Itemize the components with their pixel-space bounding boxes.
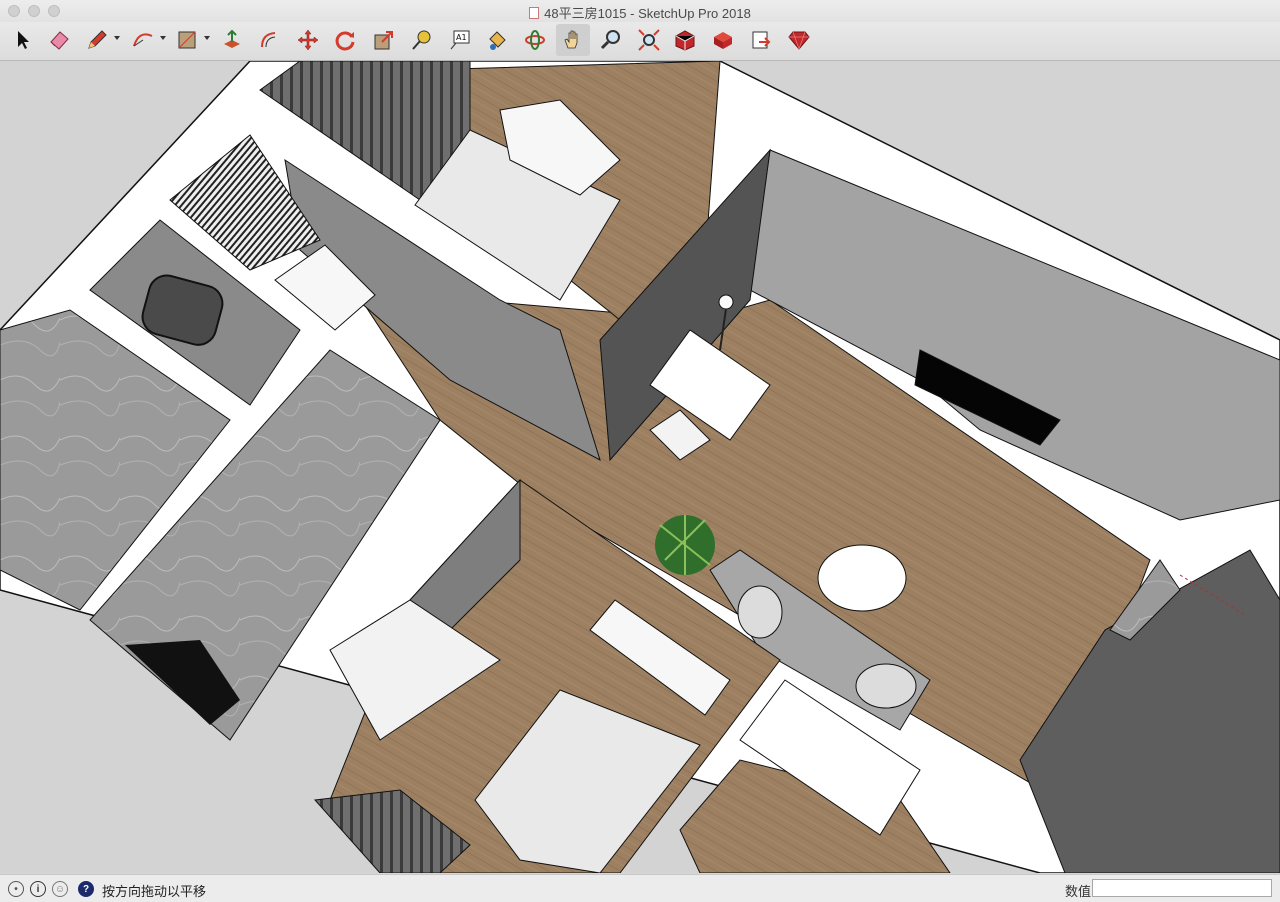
- arrow-cursor-icon: [18, 31, 29, 49]
- extension-warehouse-icon: [714, 32, 732, 49]
- floor-plan-model: [0, 61, 1280, 873]
- paint-bucket-tool-button[interactable]: [480, 24, 514, 56]
- geo-location-icon[interactable]: •: [8, 881, 24, 897]
- zoom-extents-icon: [638, 29, 660, 51]
- model-viewport[interactable]: [0, 61, 1280, 873]
- eraser-tool-button[interactable]: [42, 24, 76, 56]
- pan-tool-button[interactable]: [556, 24, 590, 56]
- text-icon: A1: [450, 30, 470, 50]
- window-title-text: 48平三房1015 - SketchUp Pro 2018: [544, 6, 751, 21]
- hand-icon: [564, 30, 578, 49]
- pencil-icon: [88, 30, 107, 49]
- sofa-cushion-right: [855, 663, 917, 709]
- orbit-tool-button[interactable]: [518, 24, 552, 56]
- offset-tool-button[interactable]: [252, 24, 286, 56]
- user-account-icon[interactable]: ☺: [52, 881, 68, 897]
- paint-bucket-icon: [489, 31, 506, 50]
- select-tool-button[interactable]: [6, 24, 40, 56]
- scale-icon: [374, 31, 393, 50]
- tape-measure-tool-button[interactable]: [405, 24, 439, 56]
- move-tool-button[interactable]: [291, 24, 325, 56]
- zoom-tool-button[interactable]: [594, 24, 628, 56]
- arc-tool-button[interactable]: [126, 24, 160, 56]
- push-pull-tool-button[interactable]: [215, 24, 249, 56]
- text-tool-button[interactable]: A1: [443, 24, 477, 56]
- line-tool-button[interactable]: [80, 24, 114, 56]
- rectangle-tool-button[interactable]: [170, 24, 204, 56]
- zoom-extents-tool-button[interactable]: [632, 24, 666, 56]
- warehouse-icon: [675, 30, 695, 51]
- rectangle-icon: [178, 31, 196, 49]
- rotate-tool-button[interactable]: [328, 24, 362, 56]
- arc-icon: [133, 33, 153, 47]
- zoom-icon: [600, 30, 620, 50]
- sketchup-window: 48平三房1015 - SketchUp Pro 2018 A1 • i ☺ ?…: [0, 0, 1280, 902]
- rotate-icon: [335, 31, 355, 51]
- share-model-tool-button[interactable]: [744, 24, 778, 56]
- offset-icon: [261, 32, 276, 48]
- instructor-help-icon[interactable]: ?: [78, 881, 94, 897]
- tape-measure-icon: [412, 30, 431, 50]
- measurements-label: 数值: [1065, 884, 1092, 899]
- sofa-cushion-left: [737, 585, 783, 639]
- ruby-icon: [788, 31, 810, 51]
- document-icon: [529, 7, 540, 19]
- extension-manager-tool-button[interactable]: [782, 24, 816, 56]
- move-icon: [297, 29, 319, 51]
- title-bar: 48平三房1015 - SketchUp Pro 2018: [0, 0, 1280, 22]
- status-hint: 按方向拖动以平移: [102, 884, 207, 899]
- rectangle-tool-menu-caret[interactable]: [204, 36, 210, 40]
- eraser-icon: [50, 31, 69, 50]
- coffee-table: [817, 544, 907, 612]
- credits-icon[interactable]: i: [30, 881, 46, 897]
- share-model-icon: [752, 31, 771, 49]
- scale-tool-button[interactable]: [367, 24, 401, 56]
- plant: [655, 515, 715, 575]
- measurements-input[interactable]: [1092, 879, 1272, 897]
- arc-tool-menu-caret[interactable]: [160, 36, 166, 40]
- orbit-icon: [525, 30, 545, 50]
- line-tool-menu-caret[interactable]: [114, 36, 120, 40]
- push-pull-icon: [224, 29, 240, 48]
- window-title: 48平三房1015 - SketchUp Pro 2018: [0, 3, 1280, 22]
- extension-warehouse-tool-button[interactable]: [706, 24, 740, 56]
- status-bar: • i ☺ ? 按方向拖动以平移 数值: [0, 874, 1280, 902]
- main-toolbar: A1: [0, 22, 1280, 61]
- floor-lamp: [718, 294, 734, 310]
- 3d-warehouse-tool-button[interactable]: [668, 24, 702, 56]
- svg-text:A1: A1: [456, 33, 467, 42]
